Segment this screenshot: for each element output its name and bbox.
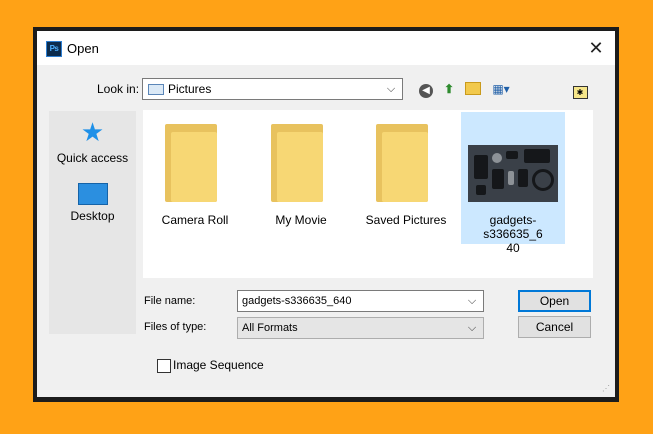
- image-thumbnail: [468, 145, 558, 202]
- file-label: Camera Roll: [161, 213, 229, 227]
- file-item-saved-pictures[interactable]: Saved Pictures: [354, 110, 458, 278]
- desktop-icon: [77, 183, 108, 205]
- file-list: Camera Roll My Movie Saved Pictures gadg…: [143, 110, 593, 278]
- files-of-type-label: Files of type:: [144, 321, 207, 333]
- up-folder-icon: ⬆: [443, 82, 455, 96]
- cancel-button[interactable]: Cancel: [518, 316, 591, 338]
- pictures-library-icon: [148, 84, 164, 95]
- files-of-type-select[interactable]: All Formats ⌵: [237, 317, 484, 339]
- file-item-gadgets-image[interactable]: gadgets-s336635_6 40: [461, 110, 565, 278]
- star-folder-icon: ✱: [572, 86, 588, 99]
- close-icon: ✕: [588, 38, 604, 58]
- folder-icon: [165, 124, 219, 204]
- new-folder-icon: [465, 82, 481, 95]
- file-name-input[interactable]: [242, 293, 462, 309]
- file-name-label: File name:: [144, 295, 196, 307]
- file-name-combo[interactable]: ⌵: [237, 290, 484, 312]
- place-desktop[interactable]: Desktop: [49, 179, 136, 223]
- new-folder-button[interactable]: [464, 80, 482, 98]
- image-sequence-checkbox[interactable]: [157, 359, 171, 373]
- photoshop-icon: Ps: [46, 41, 62, 57]
- place-label: Quick access: [56, 151, 129, 165]
- open-button[interactable]: Open: [518, 290, 591, 312]
- file-label: My Movie: [275, 213, 327, 227]
- resize-grip-icon[interactable]: ⋰: [602, 384, 612, 394]
- close-button[interactable]: ✕: [583, 37, 609, 59]
- file-label-text: gadgets-s336635_6 40: [483, 213, 543, 255]
- chevron-down-icon: ⌵: [386, 83, 396, 95]
- place-quick-access[interactable]: ★ Quick access: [49, 117, 136, 165]
- view-grid-icon: ▦▾: [492, 82, 510, 96]
- title-bar: Ps Open ✕: [37, 31, 615, 65]
- image-sequence-label: Image Sequence: [173, 358, 264, 372]
- file-item-my-movie[interactable]: My Movie: [249, 110, 353, 278]
- folder-icon: [271, 124, 325, 204]
- file-label: gadgets-s336635_6 40: [461, 213, 565, 255]
- view-menu-button[interactable]: ▦▾: [488, 80, 514, 98]
- file-label: Saved Pictures: [365, 213, 447, 227]
- dialog-title: Open: [67, 41, 99, 56]
- look-in-value: Pictures: [168, 82, 212, 96]
- look-in-label: Look in:: [97, 82, 140, 96]
- star-icon: ★: [80, 117, 105, 147]
- back-arrow-icon: ◀: [419, 84, 433, 98]
- files-of-type-value: All Formats: [242, 322, 298, 334]
- look-in-dropdown[interactable]: Pictures ⌵: [142, 78, 403, 100]
- extra-folder-button[interactable]: ✱: [571, 80, 589, 99]
- back-button[interactable]: ◀: [418, 80, 434, 98]
- places-bar: ★ Quick access Desktop: [49, 111, 136, 334]
- chevron-down-icon[interactable]: ⌵: [465, 294, 479, 308]
- file-item-camera-roll[interactable]: Camera Roll: [143, 110, 247, 278]
- chevron-down-icon: ⌵: [467, 322, 477, 334]
- open-dialog: Ps Open ✕ Look in: Pictures ⌵ ◀ ⬆ ▦▾ ✱ ★…: [37, 31, 615, 397]
- folder-icon: [376, 124, 430, 204]
- up-folder-button[interactable]: ⬆: [440, 80, 458, 98]
- place-label: Desktop: [70, 209, 115, 223]
